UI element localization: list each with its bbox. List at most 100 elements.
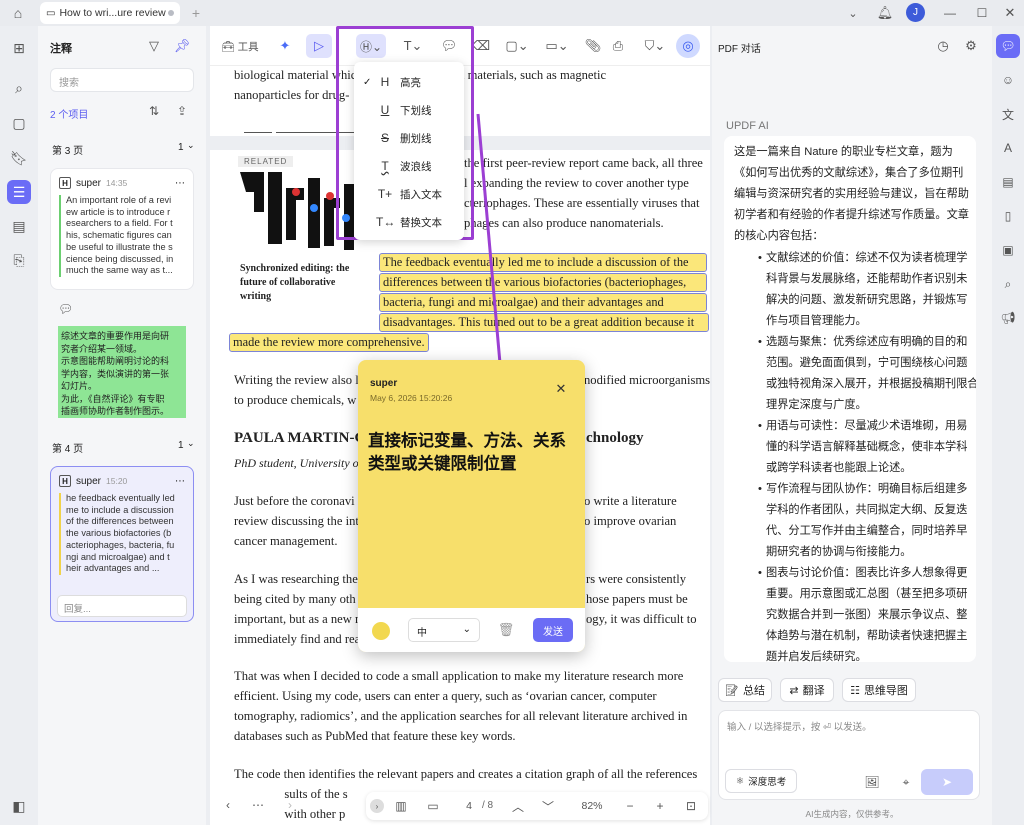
doc-line: rs were consistently [586,572,687,586]
layers-icon[interactable]: ▤ [7,214,31,238]
zoom-in-button[interactable]: + [652,797,668,815]
search-icon[interactable]: ⌕ [7,76,31,100]
new-tab-button[interactable]: + [188,4,204,22]
highlighted-text[interactable]: differences between the various biofacto… [379,273,707,292]
zoom-level[interactable]: 82% [572,796,612,816]
folder-icon[interactable]: ▣ [996,238,1020,262]
maximize-button[interactable]: ☐ [974,4,990,22]
separator [244,132,272,133]
highlight-icon: H [59,475,71,487]
more-icon[interactable]: ⋯ [250,796,266,814]
zoom-out-button[interactable]: − [622,797,638,815]
page-down-icon[interactable]: ﹀ [540,797,556,815]
annotation-time: 15:20 [106,476,128,486]
more-icon[interactable]: ⋯ [175,178,185,189]
layout-icon[interactable]: ◧ [7,794,31,818]
summarize-button[interactable]: 📝︎ 总结 [718,678,772,702]
chevron-down-icon[interactable]: ⌄ [187,438,195,449]
thumbnails-icon[interactable]: ⊞ [7,36,31,60]
shape-tool-button[interactable]: ▢⌄ [502,34,532,58]
reply-input[interactable]: 回复... [57,595,187,617]
menu-item-strikethrough[interactable]: S 删划线 [354,124,464,152]
page-up-icon[interactable]: ︿ [510,797,526,815]
collapse-icon[interactable]: › [370,799,384,813]
chevron-down-icon[interactable]: ⌄ [845,4,861,22]
measure-tool-button[interactable]: ▭⌄ [542,34,572,58]
more-icon[interactable]: ⋯ [175,476,185,487]
highlighted-text[interactable]: made the review more comprehensive. [229,333,429,352]
highlight-icon: H [380,75,390,89]
attachment-icon[interactable]: ⎘ [7,248,31,272]
annotation-time: 14:35 [106,178,128,188]
mindmap-button[interactable]: ☷ 思维导图 [842,678,916,702]
menu-item-squiggly[interactable]: T 波浪线 [354,152,464,180]
screenshot-icon[interactable]: ⌖ [897,773,915,791]
note-text[interactable]: 直接标记变量、方法、关系类型或关键限制位置 [368,430,578,476]
send-button[interactable]: ➤ [921,769,973,795]
menu-item-underline[interactable]: U 下划线 [354,96,464,124]
minimize-button[interactable]: — [942,4,958,22]
pages-icon[interactable]: ▢ [7,111,31,135]
book-icon[interactable]: ▯ [996,204,1020,228]
next-button[interactable]: › [282,796,298,814]
deep-think-button[interactable]: ⚛ 深度思考 [725,769,797,793]
search-input[interactable]: 搜索 [50,68,194,92]
chat-input[interactable]: 输入 / 以选择提示，按 ⏎ 以发送。 [727,719,872,733]
menu-item-replace-text[interactable]: T↔ 替换文本 [354,208,464,236]
page-number-input[interactable]: 4 [458,796,480,816]
attach-tool-button[interactable]: 📎︎ [582,34,604,58]
send-button[interactable]: 发送 [533,618,573,642]
settings-icon[interactable]: ⚙ [962,37,980,55]
chevron-down-icon[interactable]: ⌄ [187,140,195,151]
menu-item-insert-text[interactable]: T+ 插入文本 [354,180,464,208]
translate-icon[interactable]: 文 [996,102,1020,126]
annotation-card-selected[interactable]: H super 15:20 ⋯ he feedback eventually l… [50,466,194,622]
prev-button[interactable]: ‹ [220,796,236,814]
chat-icon[interactable]: 💬︎ [996,34,1020,58]
assistant-icon[interactable]: ☺ [996,68,1020,92]
bookmark-icon[interactable]: 🔖︎ [7,146,31,170]
sort-icon[interactable]: ⇅ [146,103,162,119]
ai-line: 代、分工写作并由主编整合，同时培养早 [766,525,968,537]
note-popup[interactable]: super May 6, 2026 15:20:26 ✕ 直接标记变量、方法、关… [358,360,585,652]
presentation-icon[interactable]: 📢︎ [996,306,1020,330]
signature-tool-button[interactable]: ⛉⌄ [640,34,670,58]
ai-title: UPDF AI [726,120,769,132]
menu-item-highlight[interactable]: ✓ H 高亮 [354,68,464,96]
stamp-tool-button[interactable]: ⎙ [610,34,626,58]
highlighted-text[interactable]: The feedback eventually led me to includ… [379,253,707,272]
fit-page-icon[interactable]: ⊡ [682,797,700,815]
select-tool-button[interactable]: ▷ [306,34,332,58]
ai-sparkle-icon[interactable]: ✦ [274,34,296,58]
bullet-dot: • [758,483,762,495]
history-icon[interactable]: ◷ [934,37,952,55]
pin-icon[interactable]: 📌︎ [174,38,191,54]
highlighted-text[interactable]: disadvantages. This turned out to be a g… [379,313,709,332]
annotation-quote: he feedback eventually led me to include… [59,493,185,575]
translate-button[interactable]: ⇄ 翻译 [780,678,834,702]
filter-icon[interactable]: ▽ [146,38,162,54]
form-icon[interactable]: ▤ [996,170,1020,194]
document-tab[interactable]: ▭ How to wri...ure review [40,2,180,24]
ocr-icon[interactable]: A [996,136,1020,160]
bell-icon[interactable]: 🔔︎ [876,4,894,22]
image-icon[interactable]: 🖼︎ [863,773,881,791]
avatar[interactable]: J [906,3,925,22]
color-picker[interactable] [372,622,390,640]
home-icon[interactable]: ⌂ [8,4,28,22]
ai-assistant-icon[interactable]: ◎ [676,34,700,58]
close-button[interactable]: ✕ [1002,4,1018,22]
scan-icon[interactable]: ⌕ [996,272,1020,296]
font-size-select[interactable]: 中 ⌄ [408,618,480,642]
present-icon[interactable]: ▭ [424,797,442,815]
delete-icon[interactable]: 🗑︎ [496,620,516,640]
comments-icon[interactable]: ☰ [7,180,31,204]
export-icon[interactable]: ⇪ [174,103,190,119]
tools-button[interactable]: 🧰︎ 工具 [218,34,262,58]
ai-line: 写作流程与团队协作：明确目标后组建多 [766,483,968,495]
chat-input-box[interactable]: 输入 / 以选择提示，按 ⏎ 以发送。 ⚛ 深度思考 🖼︎ ⌖ ➤ [718,710,980,800]
reading-mode-icon[interactable]: ▥ [392,797,410,815]
close-icon[interactable]: ✕ [554,381,568,396]
highlighted-text[interactable]: bacteria, fungi and microalgae) and thei… [379,293,707,312]
annotation-card[interactable]: H super 14:35 ⋯ An important role of a r… [50,168,194,290]
